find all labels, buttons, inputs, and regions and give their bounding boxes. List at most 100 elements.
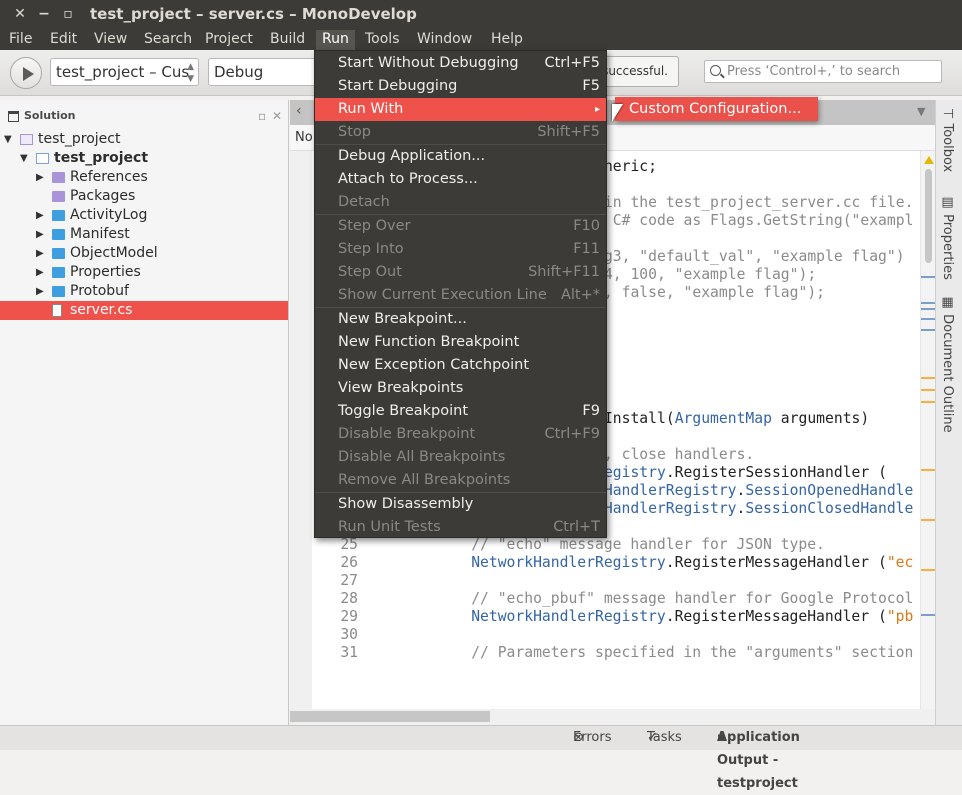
code-text: NetworkHandlerRegistry.RegisterMessageHa… [471, 608, 913, 626]
menu-item-disable-all-breakpoints: Disable All Breakpoints [315, 446, 606, 469]
search-icon [710, 65, 721, 76]
tab-list-dropdown-icon[interactable]: ▼ [917, 105, 925, 118]
menu-item-label: Remove All Breakpoints [338, 472, 511, 488]
menu-item-start-debugging[interactable]: Start Debugging F5 [315, 75, 606, 98]
menu-item-label: Show Disassembly [338, 496, 474, 512]
folder-icon [52, 210, 65, 221]
warning-icon [924, 156, 934, 164]
menu-item-label: Step Into [338, 241, 404, 257]
tree-item-manifest[interactable]: ▶ Manifest [0, 225, 288, 244]
menu-item-run-unit-tests: Run Unit Tests Ctrl+T [315, 516, 606, 539]
menu-view[interactable]: View [88, 30, 133, 50]
menu-item-label: New Exception Catchpoint [338, 357, 530, 373]
menu-file[interactable]: File [3, 30, 38, 50]
code-token-comment: C# code as Flags.GetString("exampl [603, 212, 914, 229]
code-token-type: SessionClosedHandle [745, 500, 914, 517]
close-window-icon[interactable]: ✕ [12, 6, 28, 22]
menu-tools[interactable]: Tools [359, 30, 406, 50]
menu-item-custom-configuration[interactable]: Custom Configuration... [615, 97, 818, 121]
menu-item-show-disassembly[interactable]: Show Disassembly [315, 493, 606, 516]
menu-item-label: Start Without Debugging [338, 55, 519, 71]
tasks-label: Tasks [647, 730, 682, 745]
menu-item-step-out: Step Out Shift+F11 [315, 261, 606, 284]
menu-item-shortcut: Shift+F11 [528, 264, 600, 280]
expanded-arrow-icon[interactable]: ▼ [4, 130, 12, 149]
menu-item-run-with[interactable]: Run With ▸ [315, 98, 606, 121]
code-text: // Parameters specified in the "argument… [471, 644, 913, 662]
pad-tab-toolbox[interactable]: ⊤ Toolbox [940, 108, 955, 172]
scrollbar-thumb[interactable] [925, 169, 932, 263]
scrollbar-thumb[interactable] [290, 711, 490, 722]
menu-item-detach: Detach [315, 191, 606, 214]
menu-item-debug-application[interactable]: Debug Application... [315, 145, 606, 168]
code-text: egistry.RegisterSessionHandler ( [604, 464, 887, 482]
menu-item-start-without-debugging[interactable]: Start Without Debugging Ctrl+F5 [315, 52, 606, 75]
menu-edit[interactable]: Edit [44, 30, 83, 50]
menu-item-label: New Breakpoint... [338, 311, 467, 327]
scroll-tabs-left-icon[interactable]: ‹ [296, 103, 302, 119]
submenu-arrow-icon: ▸ [594, 104, 600, 115]
menu-item-shortcut: F5 [582, 78, 600, 94]
collapsed-arrow-icon[interactable]: ▶ [36, 244, 44, 263]
code-line: 28 // "echo_pbuf" message handler for Goo… [312, 590, 920, 608]
menu-item-shortcut: Ctrl+F5 [544, 55, 600, 71]
tree-item-objectmodel[interactable]: ▶ ObjectModel [0, 244, 288, 263]
solution-pad: Solution ▫ ✕ ▼ test_project ▼ test_project ▶… [0, 100, 289, 725]
toolbox-icon: ⊤ [940, 108, 955, 124]
close-pad-icon[interactable]: ✕ [272, 105, 282, 127]
line-number: 31 [340, 644, 358, 661]
vertical-scrollbar[interactable] [920, 151, 936, 709]
run-menu: Start Without Debugging Ctrl+F5 Start Debu… [314, 50, 607, 538]
menu-item-new-function-breakpoint[interactable]: New Function Breakpoint [315, 331, 606, 354]
tree-item-test-project[interactable]: ▼ test_project [0, 130, 288, 149]
application-output-label: Application Output - testproject [717, 730, 800, 791]
minimize-window-icon[interactable]: − [36, 6, 52, 22]
configuration-combo[interactable]: Debug [208, 58, 328, 86]
menu-item-new-exception-catchpoint[interactable]: New Exception Catchpoint [315, 354, 606, 377]
collapsed-arrow-icon[interactable]: ▶ [36, 206, 44, 225]
menu-item-attach-to-process[interactable]: Attach to Process... [315, 168, 606, 191]
horizontal-scrollbar[interactable] [290, 709, 935, 725]
expanded-arrow-icon[interactable]: ▼ [20, 149, 28, 168]
tree-item-references[interactable]: ▶ References [0, 168, 288, 187]
overview-marker [921, 329, 936, 331]
menu-item-view-breakpoints[interactable]: View Breakpoints [315, 377, 606, 400]
project-combo-value: test_project – Cus [56, 63, 190, 81]
tree-item-test-project[interactable]: ▼ test_project [0, 149, 288, 168]
pad-tab-document-outline[interactable]: ▦ Document Outline [940, 295, 955, 433]
maximize-window-icon[interactable]: ▫ [60, 6, 76, 22]
collapsed-arrow-icon[interactable]: ▶ [36, 263, 44, 282]
search-input[interactable]: Press ‘Control+,’ to search [704, 60, 942, 83]
collapsed-arrow-icon[interactable]: ▶ [36, 282, 44, 301]
project-combo[interactable]: test_project – Cus ▲ ▼ [50, 58, 199, 86]
menu-run[interactable]: Run [316, 30, 355, 50]
menu-build[interactable]: Build [264, 30, 311, 50]
menu-item-new-breakpoint[interactable]: New Breakpoint... [315, 308, 606, 331]
menu-item-toggle-breakpoint[interactable]: Toggle Breakpoint F9 [315, 400, 606, 423]
build-status-text: successful. [602, 64, 668, 78]
collapsed-arrow-icon[interactable]: ▶ [36, 225, 44, 244]
overview-marker [921, 469, 936, 471]
folder-icon [52, 267, 65, 278]
menu-item-stop: Stop Shift+F5 [315, 121, 606, 144]
collapsed-arrow-icon[interactable]: ▶ [36, 168, 44, 187]
menu-help[interactable]: Help [485, 30, 529, 50]
menu-project[interactable]: Project [199, 30, 259, 50]
dock-icon[interactable]: ▫ [258, 105, 266, 127]
tree-item-server-cs[interactable]: server.cs [0, 301, 288, 320]
tree-item-label: References [70, 169, 148, 185]
tree-item-activitylog[interactable]: ▶ ActivityLog [0, 206, 288, 225]
menu-search[interactable]: Search [138, 30, 198, 50]
menu-window[interactable]: Window [411, 30, 478, 50]
package-folder-icon [52, 172, 65, 183]
code-text: C# code as Flags.GetString("exampl [604, 212, 914, 230]
code-token-type: NetworkHandlerRegistry [471, 554, 666, 571]
tree-item-packages[interactable]: Packages [0, 187, 288, 206]
menu-item-shortcut: Ctrl+T [553, 519, 600, 535]
tree-item-properties[interactable]: ▶ Properties [0, 263, 288, 282]
code-text: NetworkHandlerRegistry.RegisterMessageHa… [471, 554, 913, 572]
tree-item-protobuf[interactable]: ▶ Protobuf [0, 282, 288, 301]
run-button[interactable] [10, 57, 42, 89]
spinner-arrows-icon: ▲ ▼ [187, 62, 194, 84]
pad-tab-properties[interactable]: ▤ Properties [940, 195, 955, 280]
